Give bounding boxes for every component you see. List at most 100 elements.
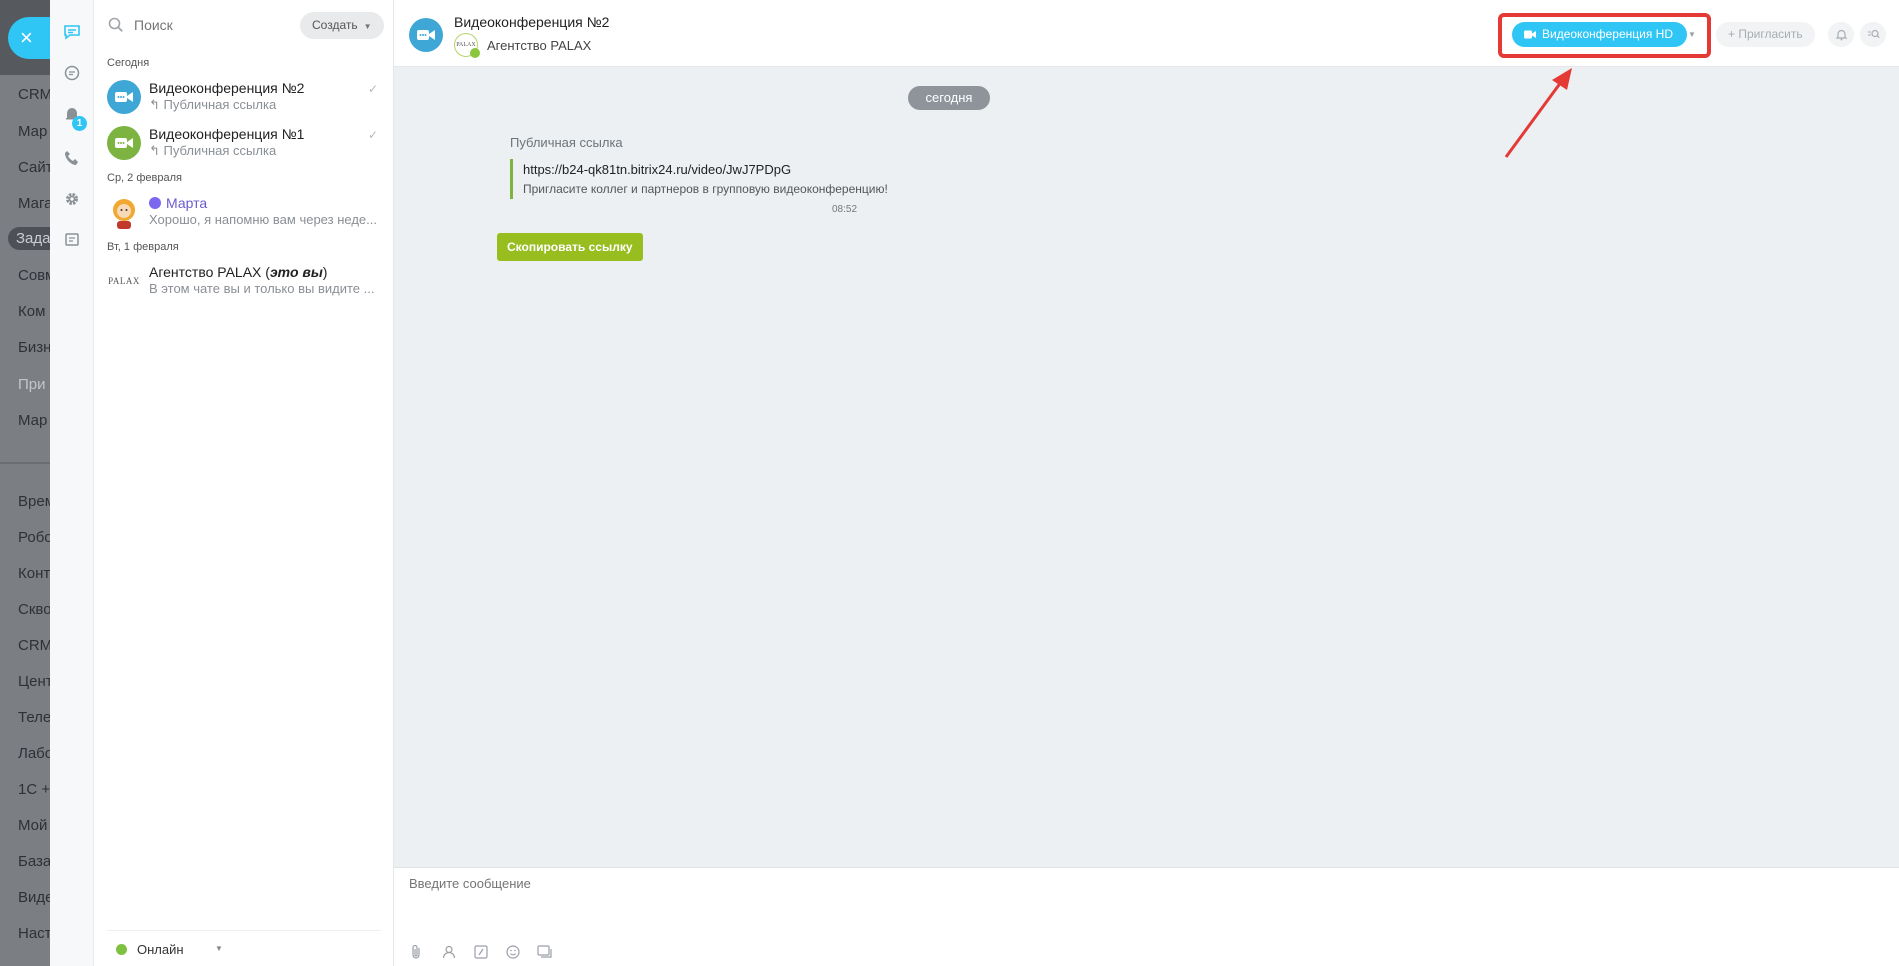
- settings-gear-icon[interactable]: [62, 189, 82, 209]
- recent-item-palax[interactable]: PALAX Агентство PALAX (это вы) В этом ча…: [94, 260, 394, 304]
- attach-file-icon[interactable]: [408, 943, 426, 961]
- chat-panel: Видеоконференция №2 PALAX Агентство PALA…: [394, 0, 1899, 966]
- chevron-down-icon[interactable]: ▼: [1684, 22, 1700, 47]
- bg-menu-item: Теле: [18, 709, 50, 726]
- chat-avatar-video-icon[interactable]: [409, 18, 443, 52]
- message-label: Публичная ссылка: [510, 135, 623, 150]
- history-icon[interactable]: [62, 63, 82, 83]
- bg-menu-item: CRM: [18, 637, 50, 654]
- bg-menu-item: Конт: [18, 565, 50, 582]
- notifications-badge: 1: [72, 116, 87, 131]
- chat-header: Видеоконференция №2 PALAX Агентство PALA…: [394, 0, 1899, 67]
- bg-menu-item-active: Зада: [8, 227, 50, 250]
- recent-item-title: Агентство PALAX (это вы): [149, 264, 328, 280]
- background-portal-menu: × CRM Мар Сайт Мага Зада Совм Ком Бизн П…: [0, 0, 50, 966]
- bg-menu-item: Мой: [18, 817, 48, 834]
- message-composer: [394, 867, 1899, 966]
- chevron-down-icon: ▼: [363, 22, 372, 31]
- recent-item-title-text: Агентство PALAX: [149, 264, 262, 280]
- group-label-today: Сегодня: [107, 57, 150, 69]
- palax-logo-text: PALAX: [108, 276, 140, 286]
- create-chat-button[interactable]: Создать ▼: [300, 12, 384, 39]
- message-quote: https://b24-qk81tn.bitrix24.ru/video/JwJ…: [510, 159, 888, 199]
- bg-menu-item: Цент: [18, 673, 50, 690]
- chevron-down-icon: ▼: [215, 944, 223, 953]
- read-check-icon: ✓: [367, 128, 378, 142]
- search-row: Создать ▼: [94, 12, 394, 40]
- self-chat-mark: это вы: [269, 264, 323, 280]
- bg-menu-item: Скво: [18, 601, 50, 618]
- recent-item-subtitle: ↰ Публичная ссылка: [149, 97, 277, 112]
- group-label-wednesday: Ср, 2 февраля: [107, 172, 182, 184]
- recent-item-videoconference-2[interactable]: Видеоконференция №2 ↰ Публичная ссылка ✓: [94, 76, 394, 120]
- bg-menu-item: Лабо: [18, 745, 50, 762]
- user-avatar: [107, 195, 141, 229]
- recent-item-title-text: Марта: [166, 195, 208, 211]
- owner-crown-icon: [470, 48, 480, 58]
- copy-link-button[interactable]: Скопировать ссылку: [497, 233, 643, 261]
- search-icon: [108, 17, 124, 36]
- recent-item-subtitle: ↰ Публичная ссылка: [149, 143, 277, 158]
- bg-menu-item: Врем: [18, 493, 50, 510]
- recent-item-videoconference-1[interactable]: Видеоконференция №1 ↰ Публичная ссылка ✓: [94, 122, 394, 166]
- video-camera-icon: [1524, 30, 1536, 39]
- bg-menu-item: База: [18, 853, 50, 870]
- annotation-arrow-icon: [1504, 68, 1572, 158]
- chat-owner-name: Агентство PALAX: [487, 38, 592, 53]
- message-timestamp: 08:52: [832, 204, 858, 215]
- search-input[interactable]: [134, 17, 284, 33]
- bot-icon: [149, 197, 161, 209]
- messenger-icon-rail: 1: [50, 0, 94, 966]
- recent-item-subtitle: В этом чате вы и только вы видите ...: [149, 281, 375, 296]
- bg-menu-item: CRM: [18, 86, 50, 103]
- videoconference-hd-button[interactable]: Видеоконференция HD: [1512, 22, 1688, 47]
- bg-menu-item: Бизн: [18, 339, 50, 356]
- recent-item-title: Видеоконференция №2: [149, 80, 305, 96]
- message-description: Пригласите коллег и партнеров в группову…: [523, 182, 888, 196]
- recent-item-subtitle: Хорошо, я напомню вам через неде...: [149, 212, 377, 227]
- composer-toolbar: [408, 943, 554, 961]
- mention-user-icon[interactable]: [440, 943, 458, 961]
- bg-menu-divider: [0, 462, 50, 464]
- bg-menu-item: При: [18, 376, 46, 393]
- bg-menu-item: Мар: [18, 412, 48, 429]
- bg-menu-item: 1С +: [18, 781, 50, 798]
- chat-title[interactable]: Видеоконференция №2: [454, 14, 609, 30]
- open-lines-icon[interactable]: [62, 230, 82, 250]
- recent-item-marta[interactable]: Марта Хорошо, я напомню вам через неде..…: [94, 191, 394, 235]
- search-messages-button[interactable]: [1860, 22, 1886, 47]
- bg-menu-item: Наст: [18, 925, 50, 942]
- bg-menu-item: Мар: [18, 123, 48, 140]
- status-label: Онлайн: [137, 942, 184, 957]
- quick-reply-icon[interactable]: [536, 943, 554, 961]
- phone-icon[interactable]: [62, 148, 82, 168]
- videoconference-hd-label: Видеоконференция HD: [1542, 27, 1674, 41]
- mute-bell-button[interactable]: [1828, 22, 1854, 47]
- bg-menu-item: Совм: [18, 267, 50, 284]
- bell-icon: [1835, 29, 1847, 41]
- invite-button[interactable]: + Пригласить: [1716, 22, 1815, 47]
- online-status-icon: [116, 944, 127, 955]
- user-status-selector[interactable]: Онлайн ▼: [107, 930, 381, 966]
- close-messenger-button[interactable]: ×: [8, 17, 50, 59]
- recent-item-title: Марта: [149, 195, 207, 211]
- smile-icon[interactable]: [504, 943, 522, 961]
- video-camera-avatar-icon: [107, 126, 141, 160]
- recent-chats-panel: Создать ▼ Сегодня Видеоконференция №2 ↰ П…: [94, 0, 394, 966]
- formatting-icon[interactable]: [472, 943, 490, 961]
- chats-icon[interactable]: [62, 22, 82, 42]
- date-separator: сегодня: [908, 86, 990, 110]
- recent-item-title: Видеоконференция №1: [149, 126, 305, 142]
- create-chat-label: Создать: [312, 18, 358, 32]
- bg-menu-item: Ком: [18, 303, 46, 320]
- group-label-tuesday: Вт, 1 февраля: [107, 241, 179, 253]
- search-icon: [1867, 29, 1880, 39]
- bg-menu-item: Виде: [18, 889, 50, 906]
- public-link[interactable]: https://b24-qk81tn.bitrix24.ru/video/JwJ…: [523, 162, 791, 177]
- message-input[interactable]: [409, 876, 1009, 891]
- video-camera-avatar-icon: [107, 80, 141, 114]
- palax-logo-avatar: PALAX: [107, 264, 141, 298]
- bg-menu-item: Мага: [18, 195, 50, 212]
- read-check-icon: ✓: [367, 82, 378, 96]
- bg-menu-item: Сайт: [18, 159, 50, 176]
